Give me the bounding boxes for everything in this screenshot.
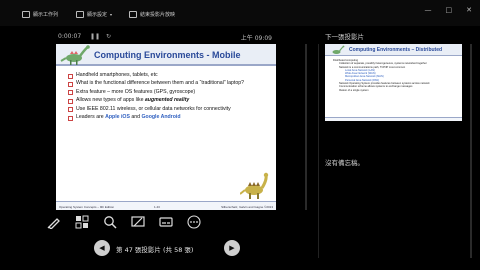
slide-bullet: Extra feature – more OS features (GPS, g… <box>68 89 268 96</box>
slide-footer-left: Operating System Concepts – 9th Edition <box>59 205 115 209</box>
slide-title: Computing Environments - Mobile <box>94 50 241 60</box>
pause-timer-icon[interactable]: ❚❚ <box>90 33 100 40</box>
dinosaur-logo-icon <box>332 45 345 54</box>
next-slide-title: Computing Environments – Distributed <box>349 47 443 53</box>
slide-bullet: Use IEEE 802.11 wireless, or cellular da… <box>68 106 268 113</box>
slide-counter[interactable]: 第 47 張投影片 (共 58 張) <box>116 244 193 254</box>
next-slide-label: 下一張投影片 <box>325 33 364 41</box>
taskbar-icon <box>22 10 30 18</box>
slide-footer-page: 1.43 <box>154 205 160 209</box>
slide-bullet: Handheld smartphones, tablets, etc <box>68 72 268 79</box>
arrow-right-icon: ▶ <box>229 244 235 252</box>
chevron-down-icon: ▾ <box>110 11 113 17</box>
slide-bullet: Allows new types of apps like augmented … <box>68 97 268 104</box>
slide-scrollbar[interactable] <box>305 44 307 210</box>
black-screen-button[interactable] <box>130 214 146 230</box>
notes-scrollbar[interactable] <box>470 44 472 258</box>
presenter-titlebar: 顯示工作列 顯示設定 ▾ 結束投影片放映 — □ ✕ <box>0 0 480 26</box>
minimize-button[interactable]: — <box>425 6 432 14</box>
presenter-toolbar <box>46 214 202 230</box>
previous-slide-button[interactable]: ◀ <box>94 240 110 256</box>
dinosaur-illustration-icon <box>240 172 269 199</box>
timer-row: 0:00:07 ❚❚ ↻ 上午 09:09 <box>58 33 272 43</box>
next-slide-header: Computing Environments – Distributed <box>325 44 462 56</box>
grid-icon <box>75 215 89 229</box>
speaker-notes[interactable]: 沒有備忘稿。 <box>325 157 364 167</box>
end-slideshow-button[interactable]: 結束投影片放映 <box>129 9 175 19</box>
next-slide-footer <box>325 117 462 121</box>
slide-navigation: ◀ 第 47 張投影片 (共 58 張) ▶ <box>94 238 244 258</box>
arrow-left-icon: ◀ <box>99 244 105 252</box>
pen-icon <box>47 218 60 229</box>
zoom-slide-button[interactable] <box>102 214 118 230</box>
display-settings-button[interactable]: 顯示設定 ▾ <box>76 9 112 19</box>
close-button[interactable]: ✕ <box>466 6 472 14</box>
dinosaur-logo-icon <box>60 45 90 65</box>
slide-bullet: What is the functional difference betwee… <box>68 80 268 88</box>
pen-tool-button[interactable] <box>46 214 62 230</box>
end-slideshow-label: 結束投影片放映 <box>140 11 176 18</box>
subtitles-icon <box>159 217 173 227</box>
display-settings-label: 顯示設定 <box>87 11 108 18</box>
slide-bullet: Leaders are Apple iOS and Google Android <box>68 114 268 121</box>
maximize-button[interactable]: □ <box>446 6 453 14</box>
slide-footer: Operating System Concepts – 9th Edition … <box>56 201 276 210</box>
monitor-icon <box>76 10 84 18</box>
next-slide-button[interactable]: ▶ <box>224 240 240 256</box>
pane-divider[interactable] <box>318 44 319 258</box>
slide-header: Computing Environments - Mobile <box>56 44 276 66</box>
more-options-button[interactable] <box>186 214 202 230</box>
more-options-icon <box>187 215 201 229</box>
slide-bullet-list: Handheld smartphones, tablets, etc What … <box>68 72 268 122</box>
restart-timer-icon[interactable]: ↻ <box>106 33 111 40</box>
current-slide: Computing Environments - Mobile Handheld… <box>56 44 276 210</box>
end-show-icon <box>129 10 137 18</box>
show-taskbar-button[interactable]: 顯示工作列 <box>22 9 58 19</box>
window-controls: — □ ✕ <box>425 6 473 14</box>
screen-off-icon <box>131 216 145 227</box>
current-time: 上午 09:09 <box>240 35 272 42</box>
next-slide-preview[interactable]: Computing Environments – Distributed Dis… <box>325 44 462 121</box>
next-slide-bullets: Distributed computing Collection of sepa… <box>333 59 457 92</box>
subtitles-button[interactable] <box>158 214 174 230</box>
see-all-slides-button[interactable] <box>74 214 90 230</box>
elapsed-timer: 0:00:07 <box>58 33 82 40</box>
magnifier-icon <box>104 216 117 229</box>
slide-footer-right: Silberschatz, Galvin and Gagne ©2013 <box>221 205 273 209</box>
next-slide-line: Illusion of a single system <box>339 88 369 92</box>
show-taskbar-label: 顯示工作列 <box>33 11 59 18</box>
